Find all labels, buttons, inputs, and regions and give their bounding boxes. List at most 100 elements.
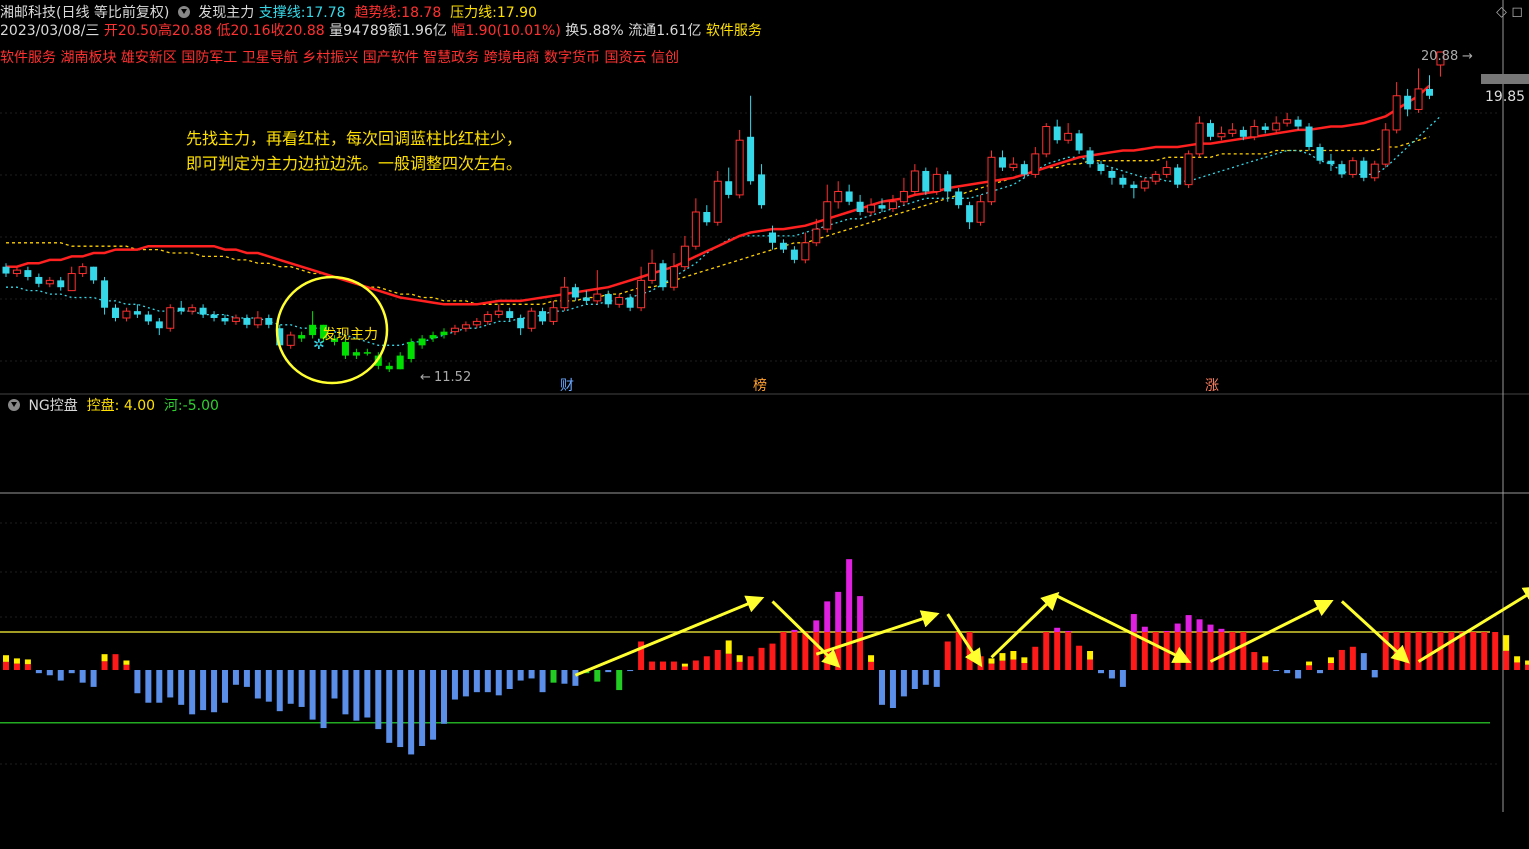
candle-body [155,321,163,329]
ind-bar-red [1525,664,1529,670]
candle-body [932,173,941,192]
trend-arrow [946,613,983,668]
candle-body [604,294,612,305]
ind-bar-yellow [1010,651,1017,660]
ind-bar-negative [265,670,272,702]
ind-bar-magenta [1196,619,1203,632]
ind-bar-negative [298,670,305,707]
ind-bar-red [736,661,743,670]
ind-bar-red [955,632,962,670]
ind-bar-red [1514,662,1521,670]
ind-bar-negative [353,670,360,721]
ind-bar-negative [495,670,502,696]
candle-body [199,307,207,315]
candle-body [955,191,963,206]
ind-bar-yellow [1525,660,1529,665]
ind-bar-negative [134,670,141,694]
candle-body [253,317,262,326]
candle-body [1217,132,1226,138]
candle-body [1370,163,1379,179]
ind-bar-magenta [1174,623,1181,632]
ind-bar-negative [462,670,469,697]
candle-body [834,190,843,203]
candle-body [45,279,54,285]
ind-bar-red [1470,632,1477,670]
candle-body [385,365,393,370]
candle-body [101,280,109,308]
ind-bar-yellow [24,659,31,665]
candle-body [440,331,448,336]
ind-bar-negative [276,670,283,712]
candle-body [648,262,657,281]
ind-bar-negative [57,670,64,681]
ind-bar-red [1426,632,1433,670]
ind-bar-red [1415,632,1422,670]
ind-bar-negative [331,670,338,699]
ind-bar-yellow [1327,657,1334,664]
ind-bar-negative [473,670,480,693]
high-label: 20.88 [1421,49,1458,64]
candlesticks [2,51,1445,372]
candle-body [922,170,930,192]
price-tag-bar [1481,74,1529,84]
event-mark-ranking[interactable]: 榜 [753,377,767,394]
ind-bar-negative [222,670,228,703]
ind-bar-red [1306,665,1313,670]
ind-bar-magenta [1207,624,1214,632]
ind-bar-yellow [681,663,688,667]
candle-body [582,297,590,301]
event-mark-finance[interactable]: 财 [560,378,574,394]
ind-bar-red [1338,649,1345,670]
ind-bar-red [780,632,787,670]
candle-body [1130,184,1138,189]
ind-bar-red [999,660,1006,670]
candle-body [24,270,32,277]
candle-body [188,307,197,312]
candle-body [1348,160,1357,175]
candle-body [494,310,503,316]
candle-body [1075,133,1083,151]
ind-bar-negative [451,670,458,700]
candle-body [78,266,87,275]
ind-bar-negative [46,670,53,676]
ind-bar-negative [922,670,929,685]
candle-body [867,204,876,213]
candle-body [352,352,360,356]
ind-bar-negative [189,670,196,715]
ind-bar-red [769,643,776,670]
ind-bar-negative [1295,670,1302,679]
ind-bar-magenta [1130,614,1137,632]
candle-body [1381,129,1390,165]
candle-body [90,266,98,281]
candle-body [966,205,974,223]
event-mark-limit-up[interactable]: 涨 [1205,378,1219,394]
ind-bar-negative [243,670,250,687]
ind-bar-negative [484,670,491,693]
candle-body [899,190,908,203]
ind-bar-negative [889,670,896,708]
ind-bar-red [1492,632,1499,670]
ind-bar-red [1087,659,1094,670]
candle-body [112,307,119,318]
candle-body [1228,129,1237,134]
ind-bar-red [1032,646,1039,670]
ind-bar-yellow [1514,656,1521,663]
ind-bar-red [725,653,732,670]
candle-body [1009,163,1018,169]
candle-body [243,317,251,325]
candle-body [856,201,864,212]
ind-bar-negative [430,670,437,740]
ind-bar-red [703,656,710,670]
ind-bar-red [1021,663,1028,670]
ind-bar-negative [419,670,426,746]
ind-bar-red [692,660,699,670]
candle-body [593,293,602,302]
candle-body [779,242,787,250]
ind-bar-negative [605,670,612,673]
candle-body [286,334,295,346]
candle-body [910,170,919,192]
ind-bar-magenta [835,591,842,632]
candle-body [998,157,1006,168]
kline-chart[interactable]: 发现主力 ✲ ← 11.52 20.88 → 19.85 财 榜 涨 [0,0,1529,849]
ind-bar-yellow [1262,656,1269,663]
